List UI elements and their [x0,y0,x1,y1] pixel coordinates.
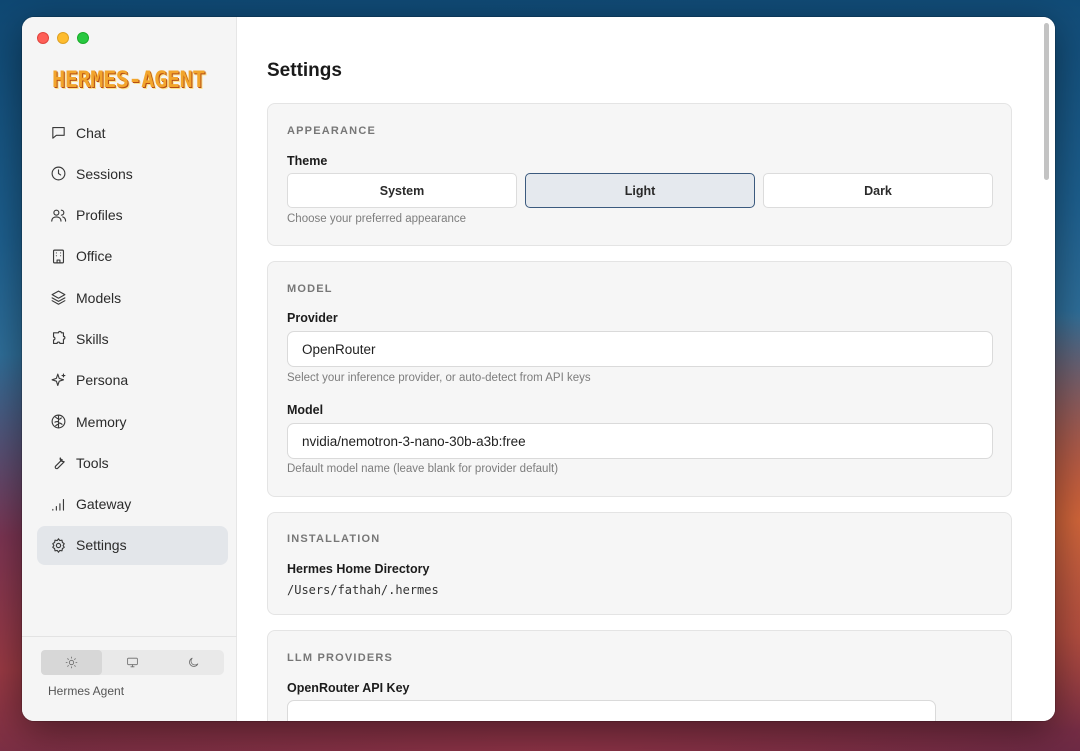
sidebar-item-models[interactable]: Models [37,278,228,317]
sidebar: HERMES-AGENT Chat Sessions Profiles Offi… [22,17,237,721]
chat-bubble-icon [52,126,65,139]
sidebar-item-label: Skills [76,330,109,347]
theme-hint: Choose your preferred appearance [287,213,467,225]
sidebar-item-memory[interactable]: Memory [37,402,228,441]
moon-icon [189,657,199,667]
monitor-icon [127,657,138,668]
model-card: MODEL Provider OpenRouter Select your in… [267,261,1012,497]
appearance-card: APPEARANCE Theme System Light Dark Choos… [267,103,1012,246]
sidebar-item-label: Tools [76,454,109,471]
sidebar-item-sessions[interactable]: Sessions [37,154,228,193]
app-logo: HERMES-AGENT [52,68,205,93]
close-window-button[interactable] [37,32,49,44]
wrench-icon [54,457,65,470]
app-window: HERMES-AGENT Chat Sessions Profiles Offi… [22,17,1055,721]
sidebar-item-chat[interactable]: Chat [37,113,228,152]
provider-label: Provider [287,311,338,325]
sidebar-item-label: Sessions [76,165,133,182]
sidebar-item-label: Memory [76,413,127,430]
layers-icon [51,290,66,305]
home-directory-label: Hermes Home Directory [287,562,430,576]
installation-heading: INSTALLATION [287,533,381,545]
zoom-window-button[interactable] [77,32,89,44]
minimize-window-button[interactable] [57,32,69,44]
installation-card: INSTALLATION Hermes Home Directory /User… [267,512,1012,615]
sidebar-item-label: Profiles [76,207,123,224]
model-hint: Default model name (leave blank for prov… [287,463,559,475]
sidebar-item-label: Gateway [76,496,132,513]
signal-bars-icon [52,498,65,511]
settings-main: Settings APPEARANCE Theme System Light D… [237,17,1055,721]
theme-option-system[interactable]: System [287,173,517,208]
sidebar-item-profiles[interactable]: Profiles [37,196,228,235]
openrouter-key-label: OpenRouter API Key [287,681,410,695]
theme-light-button[interactable] [41,650,102,675]
model-heading: MODEL [287,283,333,295]
theme-option-dark[interactable]: Dark [763,173,993,208]
sidebar-footer: Hermes Agent [22,636,237,721]
theme-option-light[interactable]: Light [525,173,755,208]
page-title: Settings [267,60,342,81]
model-input[interactable]: nvidia/nemotron-3-nano-30b-a3b:free [287,423,993,459]
appearance-heading: APPEARANCE [287,125,377,137]
sidebar-item-label: Office [76,248,113,265]
sidebar-item-office[interactable]: Office [37,237,228,276]
openrouter-key-input[interactable] [287,700,936,721]
users-icon [51,209,67,222]
theme-system-button[interactable] [102,650,163,675]
app-name: Hermes Agent [48,684,125,698]
provider-select[interactable]: OpenRouter [287,331,993,367]
window-controls [37,32,89,44]
sidebar-nav: Chat Sessions Profiles Office Models Ski… [37,113,228,567]
sidebar-item-settings[interactable]: Settings [37,525,228,565]
llm-providers-card: LLM PROVIDERS OpenRouter API Key [267,630,1012,721]
model-label: Model [287,403,324,417]
sidebar-item-persona[interactable]: Persona [37,361,228,400]
sidebar-item-label: Models [76,289,122,306]
main-scrollbar[interactable] [1044,23,1049,180]
clock-icon [51,166,66,181]
theme-label: Theme [287,154,328,168]
sidebar-item-label: Chat [76,124,106,141]
brain-icon [51,414,66,429]
puzzle-icon [52,331,66,345]
theme-segmented-control: System Light Dark [287,173,993,208]
sparkles-icon [51,373,66,386]
sun-icon [65,656,78,669]
provider-hint: Select your inference provider, or auto-… [287,372,591,384]
theme-dark-button[interactable] [163,650,224,675]
sidebar-item-label: Persona [76,372,129,389]
theme-quick-switch [41,650,224,675]
llm-providers-heading: LLM PROVIDERS [287,652,394,664]
gear-icon [52,538,65,553]
sidebar-item-skills[interactable]: Skills [37,319,228,358]
building-icon [52,249,65,264]
sidebar-item-gateway[interactable]: Gateway [37,485,228,524]
sidebar-item-tools[interactable]: Tools [37,443,228,482]
home-directory-value: /Users/fathah/.hermes [287,583,439,597]
sidebar-item-label: Settings [76,537,127,554]
